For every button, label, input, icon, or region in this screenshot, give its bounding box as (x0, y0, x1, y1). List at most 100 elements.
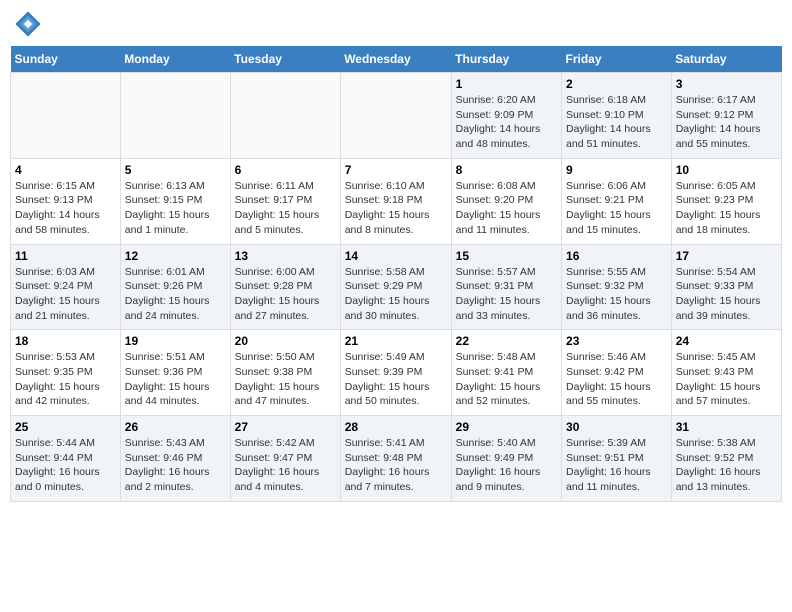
day-number: 22 (456, 334, 557, 348)
day-info: Sunrise: 6:11 AM Sunset: 9:17 PM Dayligh… (235, 179, 336, 238)
calendar-cell: 27 Sunrise: 5:42 AM Sunset: 9:47 PM Dayli… (230, 416, 340, 502)
calendar-cell (340, 73, 451, 159)
day-info: Sunrise: 5:53 AM Sunset: 9:35 PM Dayligh… (15, 350, 116, 409)
day-number: 3 (676, 77, 777, 91)
calendar-cell: 15Sunrise: 5:57 AM Sunset: 9:31 PM Dayli… (451, 244, 561, 330)
weekday-header-thursday: Thursday (451, 46, 561, 73)
day-info: Sunrise: 6:13 AM Sunset: 9:15 PM Dayligh… (125, 179, 226, 238)
day-number: 30 (566, 420, 667, 434)
day-info: Sunrise: 5:48 AM Sunset: 9:41 PM Dayligh… (456, 350, 557, 409)
day-info: Sunrise: 6:10 AM Sunset: 9:18 PM Dayligh… (345, 179, 447, 238)
logo-icon (14, 10, 42, 38)
calendar-cell: 28 Sunrise: 5:41 AM Sunset: 9:48 PM Dayli… (340, 416, 451, 502)
day-number: 31 (676, 420, 777, 434)
calendar-cell (120, 73, 230, 159)
page-header (10, 10, 782, 38)
day-info: Sunrise: 5:41 AM Sunset: 9:48 PM Dayligh… (345, 436, 447, 495)
calendar-cell: 17Sunrise: 5:54 AM Sunset: 9:33 PM Dayli… (671, 244, 781, 330)
calendar-cell: 26 Sunrise: 5:43 AM Sunset: 9:46 PM Dayli… (120, 416, 230, 502)
day-number: 4 (15, 163, 116, 177)
day-number: 25 (15, 420, 116, 434)
day-info: Sunrise: 5:43 AM Sunset: 9:46 PM Dayligh… (125, 436, 226, 495)
day-number: 23 (566, 334, 667, 348)
day-info: Sunrise: 6:20 AM Sunset: 9:09 PM Dayligh… (456, 93, 557, 152)
day-number: 14 (345, 249, 447, 263)
calendar-week-row: 25 Sunrise: 5:44 AM Sunset: 9:44 PM Dayli… (11, 416, 782, 502)
day-info: Sunrise: 5:39 AM Sunset: 9:51 PM Dayligh… (566, 436, 667, 495)
calendar-cell: 20Sunrise: 5:50 AM Sunset: 9:38 PM Dayli… (230, 330, 340, 416)
day-number: 8 (456, 163, 557, 177)
day-number: 29 (456, 420, 557, 434)
weekday-header-wednesday: Wednesday (340, 46, 451, 73)
day-number: 18 (15, 334, 116, 348)
weekday-header-monday: Monday (120, 46, 230, 73)
calendar-week-row: 18 Sunrise: 5:53 AM Sunset: 9:35 PM Dayli… (11, 330, 782, 416)
day-info: Sunrise: 5:46 AM Sunset: 9:42 PM Dayligh… (566, 350, 667, 409)
day-number: 17 (676, 249, 777, 263)
day-number: 26 (125, 420, 226, 434)
calendar-table: SundayMondayTuesdayWednesdayThursdayFrid… (10, 46, 782, 502)
day-number: 12 (125, 249, 226, 263)
day-info: Sunrise: 5:44 AM Sunset: 9:44 PM Dayligh… (15, 436, 116, 495)
day-number: 27 (235, 420, 336, 434)
weekday-header-friday: Friday (562, 46, 672, 73)
day-info: Sunrise: 6:01 AM Sunset: 9:26 PM Dayligh… (125, 265, 226, 324)
calendar-cell: 31 Sunrise: 5:38 AM Sunset: 9:52 PM Dayli… (671, 416, 781, 502)
day-info: Sunrise: 5:55 AM Sunset: 9:32 PM Dayligh… (566, 265, 667, 324)
calendar-cell (230, 73, 340, 159)
calendar-cell: 13Sunrise: 6:00 AM Sunset: 9:28 PM Dayli… (230, 244, 340, 330)
calendar-cell (11, 73, 121, 159)
day-info: Sunrise: 5:40 AM Sunset: 9:49 PM Dayligh… (456, 436, 557, 495)
calendar-cell: 5 Sunrise: 6:13 AM Sunset: 9:15 PM Daylig… (120, 158, 230, 244)
calendar-cell: 7 Sunrise: 6:10 AM Sunset: 9:18 PM Daylig… (340, 158, 451, 244)
weekday-header-saturday: Saturday (671, 46, 781, 73)
calendar-cell: 21Sunrise: 5:49 AM Sunset: 9:39 PM Dayli… (340, 330, 451, 416)
day-number: 6 (235, 163, 336, 177)
calendar-cell: 16 Sunrise: 5:55 AM Sunset: 9:32 PM Dayli… (562, 244, 672, 330)
day-info: Sunrise: 6:05 AM Sunset: 9:23 PM Dayligh… (676, 179, 777, 238)
calendar-week-row: 4 Sunrise: 6:15 AM Sunset: 9:13 PM Daylig… (11, 158, 782, 244)
day-info: Sunrise: 6:17 AM Sunset: 9:12 PM Dayligh… (676, 93, 777, 152)
calendar-cell: 3 Sunrise: 6:17 AM Sunset: 9:12 PM Daylig… (671, 73, 781, 159)
day-number: 13 (235, 249, 336, 263)
day-number: 7 (345, 163, 447, 177)
calendar-cell: 11 Sunrise: 6:03 AM Sunset: 9:24 PM Dayli… (11, 244, 121, 330)
day-number: 15 (456, 249, 557, 263)
day-info: Sunrise: 5:38 AM Sunset: 9:52 PM Dayligh… (676, 436, 777, 495)
day-number: 28 (345, 420, 447, 434)
weekday-header-sunday: Sunday (11, 46, 121, 73)
calendar-week-row: 1 Sunrise: 6:20 AM Sunset: 9:09 PM Daylig… (11, 73, 782, 159)
calendar-week-row: 11 Sunrise: 6:03 AM Sunset: 9:24 PM Dayli… (11, 244, 782, 330)
calendar-cell: 18 Sunrise: 5:53 AM Sunset: 9:35 PM Dayli… (11, 330, 121, 416)
weekday-header-row: SundayMondayTuesdayWednesdayThursdayFrid… (11, 46, 782, 73)
calendar-cell: 30 Sunrise: 5:39 AM Sunset: 9:51 PM Dayli… (562, 416, 672, 502)
day-info: Sunrise: 5:42 AM Sunset: 9:47 PM Dayligh… (235, 436, 336, 495)
day-info: Sunrise: 5:51 AM Sunset: 9:36 PM Dayligh… (125, 350, 226, 409)
calendar-cell: 14 Sunrise: 5:58 AM Sunset: 9:29 PM Dayli… (340, 244, 451, 330)
day-info: Sunrise: 6:18 AM Sunset: 9:10 PM Dayligh… (566, 93, 667, 152)
day-number: 1 (456, 77, 557, 91)
day-info: Sunrise: 6:15 AM Sunset: 9:13 PM Dayligh… (15, 179, 116, 238)
calendar-cell: 23 Sunrise: 5:46 AM Sunset: 9:42 PM Dayli… (562, 330, 672, 416)
calendar-cell: 9Sunrise: 6:06 AM Sunset: 9:21 PM Daylig… (562, 158, 672, 244)
logo (14, 10, 46, 38)
calendar-cell: 1 Sunrise: 6:20 AM Sunset: 9:09 PM Daylig… (451, 73, 561, 159)
calendar-cell: 22 Sunrise: 5:48 AM Sunset: 9:41 PM Dayli… (451, 330, 561, 416)
calendar-cell: 29 Sunrise: 5:40 AM Sunset: 9:49 PM Dayli… (451, 416, 561, 502)
day-info: Sunrise: 6:06 AM Sunset: 9:21 PM Dayligh… (566, 179, 667, 238)
calendar-cell: 25 Sunrise: 5:44 AM Sunset: 9:44 PM Dayli… (11, 416, 121, 502)
day-number: 19 (125, 334, 226, 348)
calendar-cell: 2 Sunrise: 6:18 AM Sunset: 9:10 PM Daylig… (562, 73, 672, 159)
day-info: Sunrise: 6:03 AM Sunset: 9:24 PM Dayligh… (15, 265, 116, 324)
day-info: Sunrise: 5:58 AM Sunset: 9:29 PM Dayligh… (345, 265, 447, 324)
day-info: Sunrise: 6:08 AM Sunset: 9:20 PM Dayligh… (456, 179, 557, 238)
day-number: 5 (125, 163, 226, 177)
day-number: 16 (566, 249, 667, 263)
calendar-cell: 4 Sunrise: 6:15 AM Sunset: 9:13 PM Daylig… (11, 158, 121, 244)
calendar-cell: 19 Sunrise: 5:51 AM Sunset: 9:36 PM Dayli… (120, 330, 230, 416)
day-number: 11 (15, 249, 116, 263)
day-number: 2 (566, 77, 667, 91)
day-info: Sunrise: 5:45 AM Sunset: 9:43 PM Dayligh… (676, 350, 777, 409)
day-number: 24 (676, 334, 777, 348)
calendar-cell: 10Sunrise: 6:05 AM Sunset: 9:23 PM Dayli… (671, 158, 781, 244)
